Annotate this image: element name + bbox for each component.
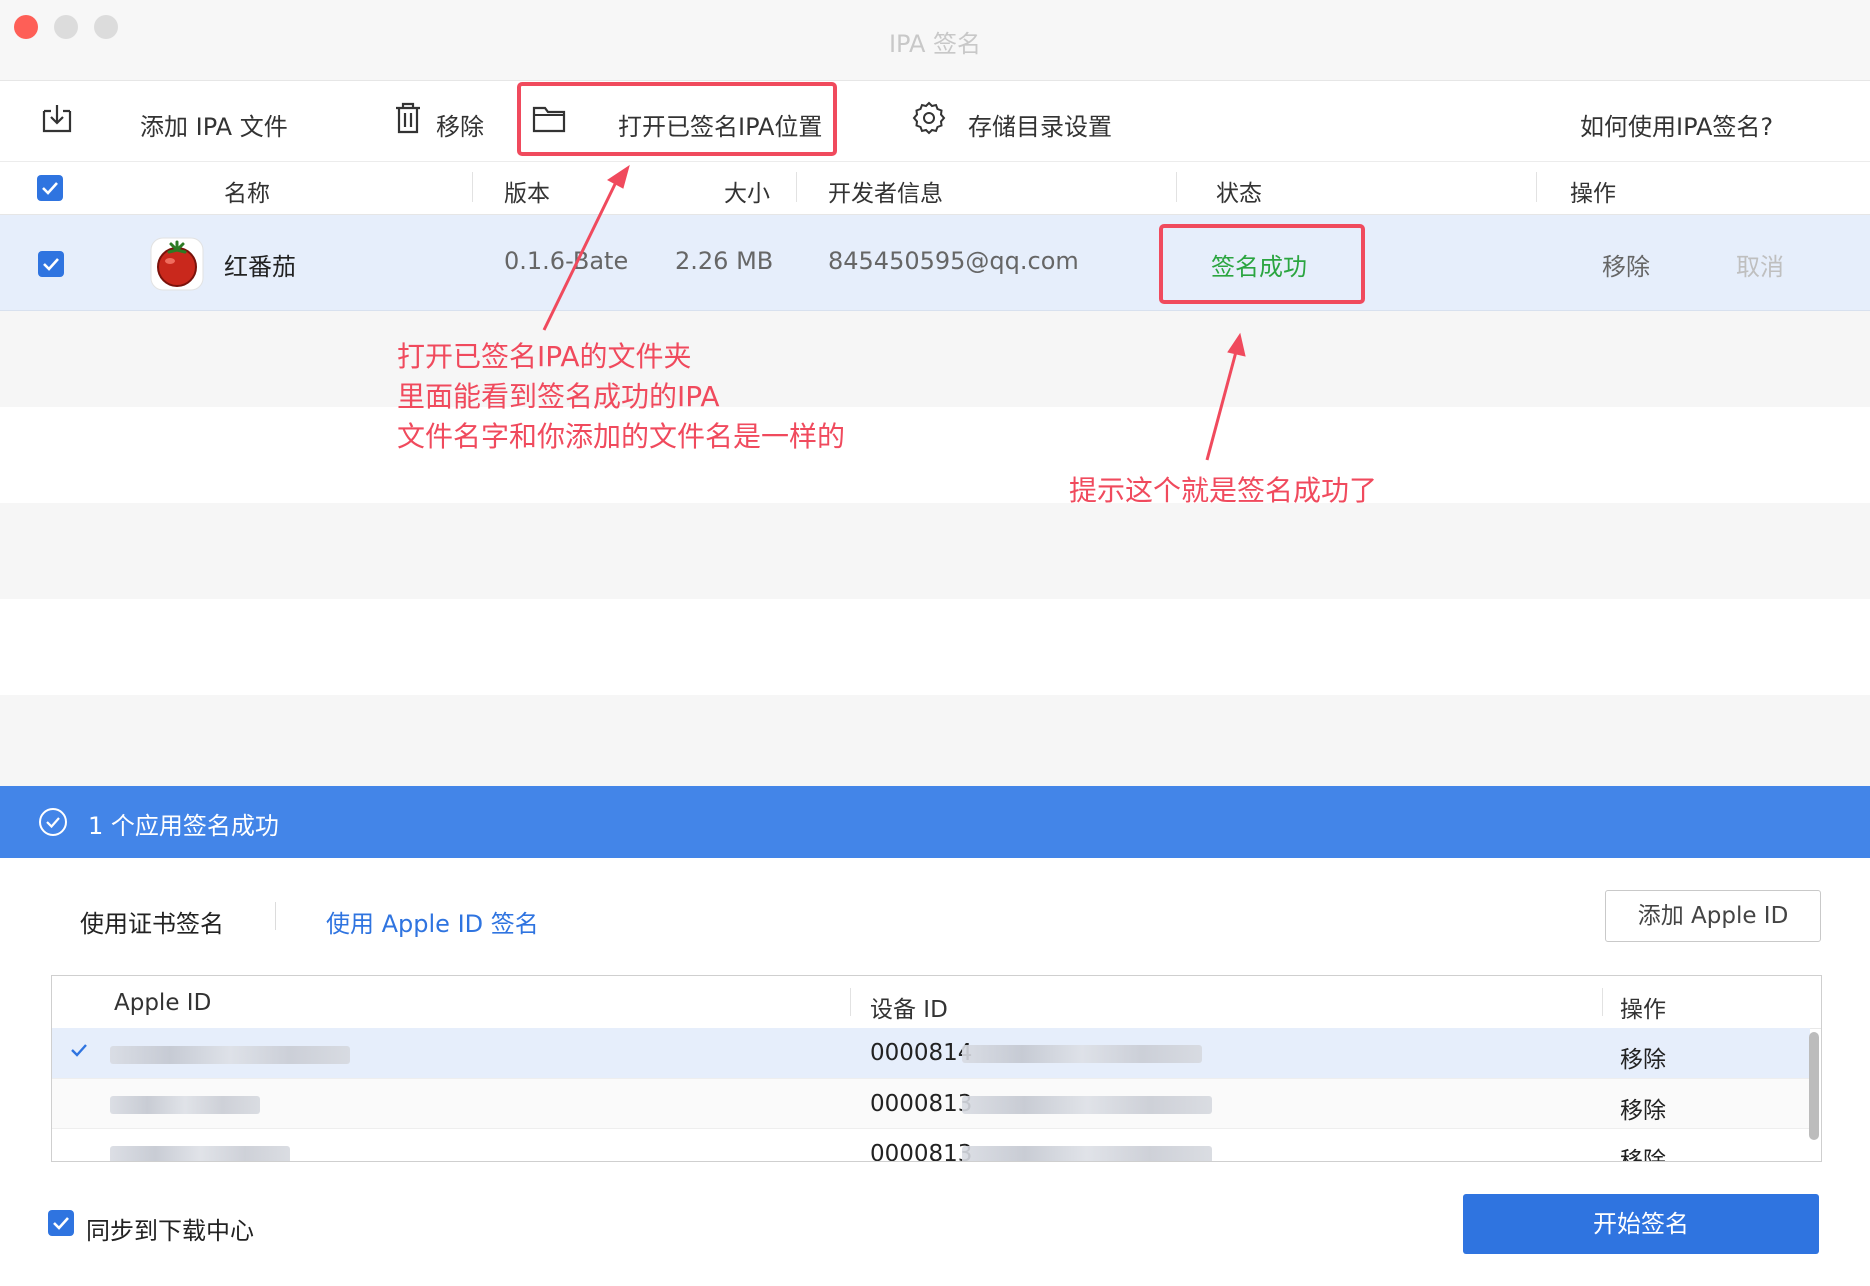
annotation-note-line: 里面能看到签名成功的IPA [397,380,720,413]
annotation-arrows [542,164,1246,461]
annotation-note-line: 打开已签名IPA的文件夹 [397,340,692,373]
annotation-note-line: 文件名字和你添加的文件名是一样的 [397,420,846,453]
annotation-success-note: 提示这个就是签名成功了 [1069,474,1378,507]
